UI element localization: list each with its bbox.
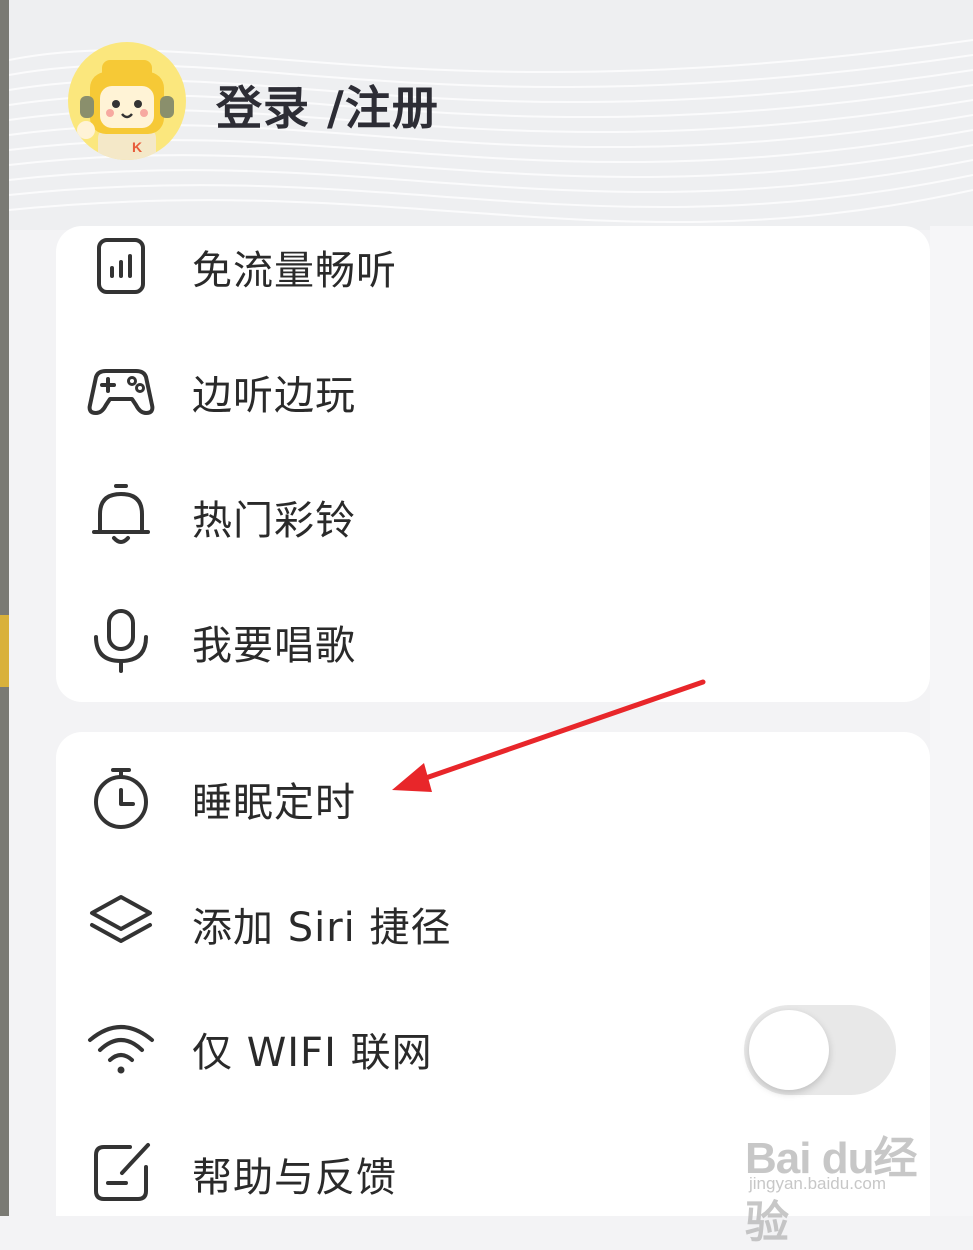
background-screen-edge	[0, 0, 9, 1216]
wifi-icon	[88, 1025, 154, 1074]
baidu-watermark: Bai du经验 jingyan.baidu.com	[745, 1108, 925, 1247]
profile-header: K 登录 /注册	[9, 0, 973, 230]
background-screen-accent	[0, 615, 9, 687]
menu-item-label: 添加 Siri 捷径	[192, 905, 452, 951]
menu-item-label: 帮助与反馈	[192, 1155, 397, 1201]
gamepad-icon	[87, 369, 155, 415]
menu-item-sleep-timer[interactable]: 睡眠定时	[56, 742, 930, 852]
menu-item-label: 睡眠定时	[192, 780, 356, 826]
login-register-link[interactable]: 登录 /注册	[216, 72, 439, 138]
timer-icon	[94, 768, 148, 829]
menu-item-siri-shortcut[interactable]: 添加 Siri 捷径	[56, 867, 930, 977]
svg-text:K: K	[132, 139, 142, 155]
feedback-icon	[94, 1143, 150, 1201]
layers-icon	[90, 895, 152, 943]
avatar[interactable]: K	[68, 42, 186, 160]
menu-item-sing[interactable]: 我要唱歌	[56, 585, 930, 695]
menu-item-hot-ringtones[interactable]: 热门彩铃	[56, 460, 930, 570]
right-edge-background	[930, 226, 973, 1216]
menu-item-label: 免流量畅听	[192, 248, 397, 294]
menu-card-features: 免流量畅听 边听边玩 热门彩铃 我要唱歌	[56, 226, 930, 702]
menu-item-label: 仅 WIFI 联网	[192, 1030, 433, 1076]
menu-item-play-while-listening[interactable]: 边听边玩	[56, 335, 930, 445]
menu-item-wifi-only: 仅 WIFI 联网	[56, 992, 930, 1102]
menu-item-label: 边听边玩	[192, 373, 356, 419]
microphone-icon	[94, 609, 148, 673]
menu-item-label: 热门彩铃	[192, 498, 356, 544]
mascot-avatar-icon: K	[77, 60, 174, 160]
wifi-only-toggle[interactable]	[744, 1005, 896, 1095]
bell-icon	[92, 484, 150, 544]
toggle-knob	[749, 1010, 829, 1090]
data-plan-icon	[97, 238, 145, 294]
watermark-site: jingyan.baidu.com	[749, 1174, 887, 1193]
menu-item-free-data[interactable]: 免流量畅听	[56, 210, 930, 320]
menu-item-label: 我要唱歌	[192, 623, 356, 669]
